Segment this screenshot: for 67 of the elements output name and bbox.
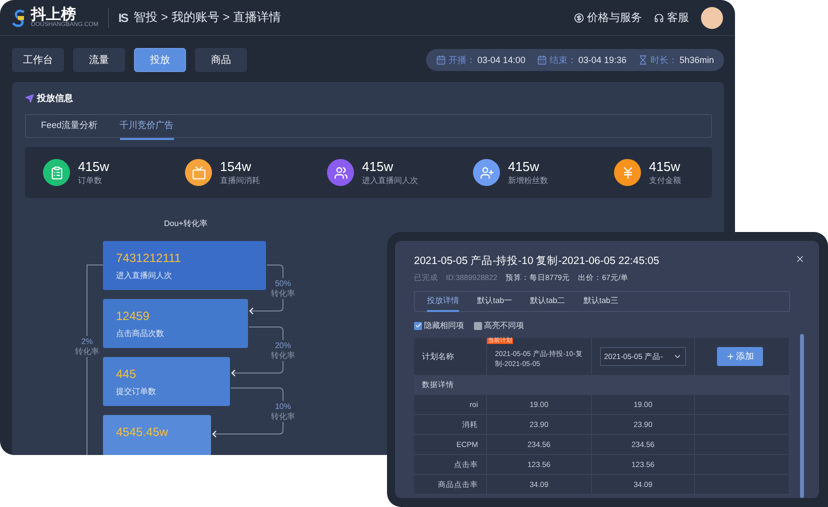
checkbox-label: 高亮不同项 bbox=[484, 320, 524, 331]
users-icon bbox=[334, 166, 348, 180]
funnel-value: 7431212111 bbox=[116, 252, 182, 264]
dialog-title: 2021-05-05 产品-持投-10 复制-2021-06-05 22:45:05 bbox=[414, 254, 660, 268]
stat-label: 新增粉丝数 bbox=[508, 174, 548, 186]
time-value: 03-04 19:36 bbox=[578, 55, 626, 65]
chevron-down-icon bbox=[673, 352, 682, 361]
checkbox[interactable] bbox=[474, 322, 482, 330]
conversion-label: 转化率 bbox=[271, 350, 295, 360]
dialog-tab[interactable]: 默认tab三 bbox=[583, 291, 618, 312]
dialog-tab[interactable]: 默认tab二 bbox=[530, 291, 566, 312]
paper-plane-icon bbox=[25, 94, 34, 103]
conversion-label: 转化率 bbox=[75, 346, 99, 356]
avatar[interactable] bbox=[701, 6, 723, 28]
stat-label: 直播间消耗 bbox=[220, 174, 260, 186]
conversion-rate: 10% bbox=[274, 402, 291, 412]
time-label: 开播： bbox=[448, 54, 476, 66]
calendar-icon bbox=[537, 55, 548, 65]
checkbox-label: 隐藏相同项 bbox=[424, 320, 464, 331]
dollar-circle-icon bbox=[574, 12, 584, 22]
conversion-rate: 50% bbox=[274, 279, 291, 289]
time-value: 03-04 14:00 bbox=[477, 55, 526, 65]
funnel-value: 4545.45w bbox=[116, 426, 170, 438]
tv-icon bbox=[192, 166, 206, 180]
sub-tab[interactable]: 千川竞价广告 bbox=[120, 112, 174, 140]
time-label: 时长： bbox=[650, 54, 678, 66]
stat-value: 415w bbox=[508, 160, 540, 172]
funnel-label: 提交订单数 bbox=[116, 386, 157, 397]
app-mark: IS bbox=[118, 10, 128, 24]
funnel-value: 12459 bbox=[116, 310, 150, 322]
header-link[interactable]: 价格与服务 bbox=[574, 10, 642, 25]
logo-name: 抖上榜 bbox=[31, 7, 76, 22]
funnel-label: 点击商品次数 bbox=[116, 328, 165, 339]
conversion-rate: 20% bbox=[274, 341, 291, 351]
nav-tab[interactable]: 商品 bbox=[195, 48, 247, 72]
sub-tab[interactable]: Feed流量分析 bbox=[41, 112, 98, 140]
stat-value: 154w bbox=[220, 160, 252, 172]
stat-value: 415w bbox=[362, 160, 394, 172]
stat-label: 订单数 bbox=[78, 174, 103, 186]
conversion-label: 转化率 bbox=[271, 288, 295, 298]
time-value: 5h36min bbox=[679, 55, 714, 65]
funnel-title: Dou+转化率 bbox=[164, 218, 208, 230]
funnel-value: 445 bbox=[116, 368, 138, 380]
section-title: 投放信息 bbox=[37, 92, 73, 105]
clipboard-icon bbox=[50, 166, 64, 180]
stat-value: 415w bbox=[649, 160, 681, 172]
conversion-rate: 2% bbox=[81, 337, 93, 347]
hourglass-icon bbox=[638, 55, 648, 65]
checkbox[interactable] bbox=[414, 322, 422, 330]
scrollbar[interactable] bbox=[800, 334, 804, 498]
funnel-label: 进入直播间人次 bbox=[116, 270, 173, 281]
conversion-label: 转化率 bbox=[271, 412, 295, 422]
nav-tab[interactable]: 工作台 bbox=[12, 48, 64, 72]
nav-tab[interactable]: 流量 bbox=[73, 48, 125, 72]
stat-label: 支付金额 bbox=[649, 174, 681, 186]
user-plus-icon bbox=[480, 166, 494, 180]
stat-label: 进入直播间人次 bbox=[362, 174, 418, 186]
close-button[interactable] bbox=[795, 254, 805, 264]
calendar-icon bbox=[436, 55, 446, 65]
dialog-tab[interactable]: 默认tab一 bbox=[477, 291, 512, 312]
breadcrumb: 智投 > 我的账号 > 直播详情 bbox=[134, 9, 282, 26]
headset-icon bbox=[654, 12, 664, 22]
stat-value: 415w bbox=[78, 160, 110, 172]
plus-icon bbox=[726, 352, 735, 361]
dialog-tab[interactable]: 投放详情 bbox=[427, 291, 459, 312]
header-link[interactable]: 客服 bbox=[654, 10, 689, 25]
time-label: 结束： bbox=[549, 54, 576, 66]
